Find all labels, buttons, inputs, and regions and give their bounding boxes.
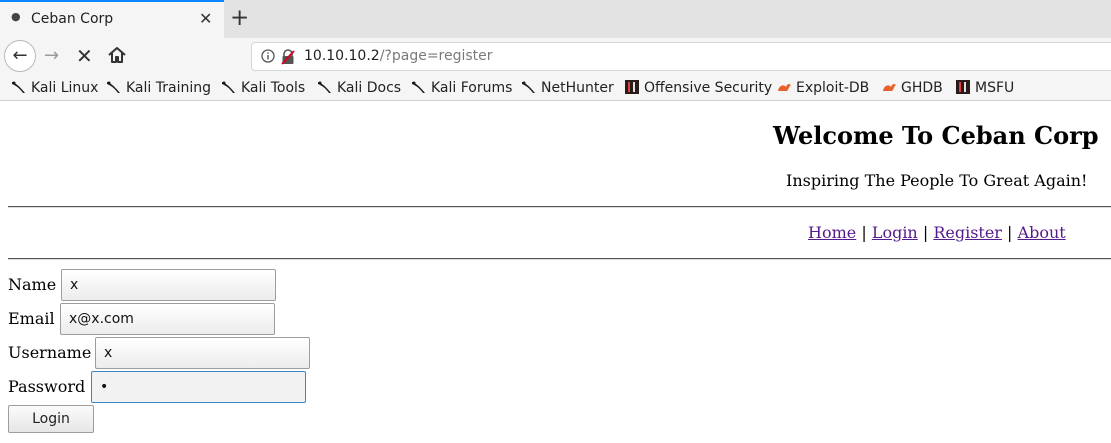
site-info-icon[interactable] [261, 49, 275, 63]
bookmark-msfu[interactable]: MSFU [955, 79, 1014, 96]
bookmark-label: Exploit-DB [796, 80, 870, 96]
url-host: 10.10.10.2 [304, 48, 380, 64]
bookmark-label: Kali Linux [31, 80, 99, 96]
offsec-icon [956, 80, 970, 94]
site-nav: Home | Login | Register | About [808, 223, 1066, 242]
nav-separator: | [1007, 223, 1013, 242]
bookmark-label: GHDB [901, 80, 943, 96]
bookmark-kali-docs[interactable]: Kali Docs [317, 79, 401, 96]
bookmark-label: MSFU [975, 80, 1015, 96]
kali-dragon-icon [222, 81, 235, 93]
exploitdb-icon [778, 83, 791, 91]
url-path: /?page=register [379, 48, 493, 64]
username-label: Username [8, 343, 92, 362]
divider-top [8, 206, 1111, 208]
bookmark-kali-tools[interactable]: Kali Tools [221, 79, 305, 96]
name-field[interactable]: x [61, 269, 276, 301]
username-field[interactable]: x [95, 337, 310, 369]
bookmark-label: Offensive Security [644, 80, 773, 96]
tab-favicon-icon: ● [11, 10, 21, 23]
bookmark-ghdb[interactable]: GHDB [881, 79, 943, 96]
email-field[interactable]: x@x.com [60, 303, 275, 335]
url-text[interactable]: 10.10.10.2/?page=register [304, 48, 493, 64]
bookmark-offensive-security[interactable]: Offensive Security [624, 79, 772, 96]
bookmark-label: Kali Training [126, 80, 211, 96]
password-label: Password [8, 377, 86, 396]
back-button[interactable]: ← [4, 40, 36, 72]
page-content: Welcome To Ceban Corp Inspiring The Peop… [0, 101, 1111, 443]
kali-dragon-icon [412, 81, 425, 93]
bookmark-label: Kali Docs [337, 80, 402, 96]
new-tab-icon[interactable]: + [230, 4, 249, 32]
bookmark-exploit-db[interactable]: Exploit-DB [776, 79, 869, 96]
bookmark-kali-linux[interactable]: Kali Linux [11, 79, 98, 96]
kali-dragon-icon [522, 81, 535, 93]
insecure-lock-icon[interactable] [281, 49, 295, 65]
home-icon[interactable] [107, 45, 127, 65]
nav-register-link[interactable]: Register [933, 223, 1002, 242]
kali-dragon-icon [318, 81, 331, 93]
email-label: Email [8, 309, 55, 328]
bookmark-label: Kali Forums [431, 80, 513, 96]
bookmark-kali-training[interactable]: Kali Training [106, 79, 211, 96]
bookmark-label: NetHunter [541, 80, 614, 96]
tab-strip: ● Ceban Corp ✕ + [0, 0, 1111, 38]
nav-separator: | [922, 223, 929, 242]
bookmarks-toolbar: Kali Linux Kali Training Kali Tools Kali… [0, 75, 1111, 101]
bookmark-nethunter[interactable]: NetHunter [521, 79, 614, 96]
bookmark-kali-forums[interactable]: Kali Forums [411, 79, 512, 96]
name-label: Name [8, 275, 57, 294]
page-subtitle: Inspiring The People To Great Again! [786, 171, 1088, 190]
exploitdb-icon [883, 83, 896, 91]
stop-loading-icon[interactable]: ✕ [76, 44, 93, 68]
address-bar[interactable]: 10.10.10.2/?page=register [251, 42, 1111, 71]
nav-about-link[interactable]: About [1018, 223, 1066, 242]
divider-bottom [8, 258, 1111, 260]
nav-login-link[interactable]: Login [872, 223, 918, 242]
bookmark-label: Kali Tools [241, 80, 306, 96]
nav-separator: | [861, 223, 867, 242]
tab-title: Ceban Corp [31, 11, 114, 27]
forward-icon[interactable]: → [44, 45, 59, 66]
close-tab-icon[interactable]: ✕ [199, 9, 212, 28]
offsec-icon [625, 80, 639, 94]
kali-dragon-icon [107, 81, 120, 93]
kali-dragon-icon [12, 81, 25, 93]
page-title: Welcome To Ceban Corp [773, 121, 1099, 150]
password-field[interactable]: • [91, 371, 306, 403]
nav-home-link[interactable]: Home [808, 223, 856, 242]
login-button[interactable]: Login [8, 405, 94, 433]
browser-tab[interactable]: ● Ceban Corp ✕ [0, 0, 224, 38]
